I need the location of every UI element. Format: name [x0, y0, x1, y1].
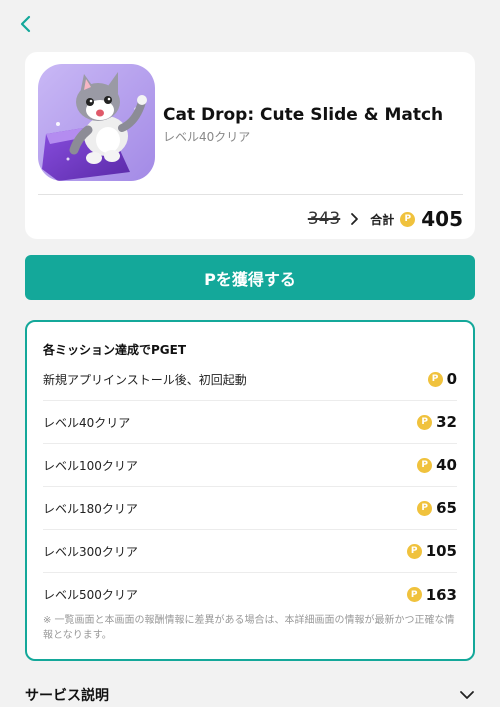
- point-coin-icon: P: [427, 371, 443, 387]
- disclaimer-note: ※ 一覧画面と本画面の報酬情報に差異がある場合は、本詳細画面の情報が最新かつ正確…: [43, 615, 455, 641]
- mission-label: レベル300クリア: [43, 544, 138, 559]
- missions-panel: 各ミッション達成でPGET 新規アプリインストール後、初回起動 P 0 レベル4…: [25, 320, 475, 661]
- divider: [38, 194, 463, 195]
- app-subtitle: レベル40クリア: [163, 130, 251, 144]
- mission-row: レベル180クリア P 65: [43, 487, 457, 530]
- mission-points: P 0: [427, 370, 457, 388]
- chevron-down-icon: [460, 691, 474, 699]
- point-coin-icon: P: [400, 211, 416, 227]
- original-points: 343: [307, 209, 341, 229]
- mission-points-value: 0: [446, 370, 457, 388]
- mission-label: レベル500クリア: [43, 588, 138, 602]
- mission-label: レベル100クリア: [43, 458, 138, 473]
- missions-heading: 各ミッション達成でPGET: [43, 343, 187, 357]
- mission-row: レベル40クリア P 32: [43, 401, 457, 444]
- back-button[interactable]: [10, 8, 42, 40]
- total-label: 合計: [370, 212, 395, 227]
- mission-points-value: 163: [425, 585, 457, 604]
- mission-points: P 65: [417, 499, 457, 517]
- point-coin-icon: P: [406, 543, 422, 559]
- service-description-toggle[interactable]: サービス説明: [25, 683, 475, 707]
- mission-points-value: 65: [436, 499, 457, 517]
- point-coin-icon: P: [417, 500, 433, 516]
- mission-row: レベル300クリア P 105: [43, 530, 457, 573]
- point-coin-icon: P: [406, 587, 422, 602]
- mission-row: レベル500クリア P 163: [43, 573, 457, 616]
- chevron-right-icon: [351, 213, 359, 225]
- mission-points: P 105: [406, 542, 457, 560]
- points-summary: 343 合計 P 405: [308, 204, 463, 234]
- mission-points-value: 40: [436, 456, 457, 474]
- mission-points: P 40: [417, 456, 457, 474]
- app-title: Cat Drop: Cute Slide & Match: [163, 105, 444, 125]
- mission-row: レベル100クリア P 40: [43, 444, 457, 487]
- point-coin-icon: P: [417, 414, 433, 430]
- mission-label: レベル40クリア: [43, 415, 131, 430]
- mission-points: P 32: [417, 413, 457, 431]
- mission-points: P 163: [406, 585, 457, 604]
- mission-row: 新規アプリインストール後、初回起動 P 0: [43, 358, 457, 401]
- app-icon: [38, 64, 155, 181]
- chevron-left-icon: [20, 15, 31, 33]
- point-coin-icon: P: [417, 457, 433, 473]
- mission-points-value: 105: [425, 542, 457, 560]
- mission-label: レベル180クリア: [43, 501, 138, 516]
- get-points-button[interactable]: Pを獲得する: [25, 255, 475, 300]
- app-card: Cat Drop: Cute Slide & Match レベル40クリア 34…: [25, 52, 475, 239]
- service-description-label: サービス説明: [25, 688, 109, 704]
- mission-label: 新規アプリインストール後、初回起動: [43, 372, 247, 387]
- mission-points-value: 32: [436, 413, 457, 431]
- total-points: 405: [421, 207, 463, 231]
